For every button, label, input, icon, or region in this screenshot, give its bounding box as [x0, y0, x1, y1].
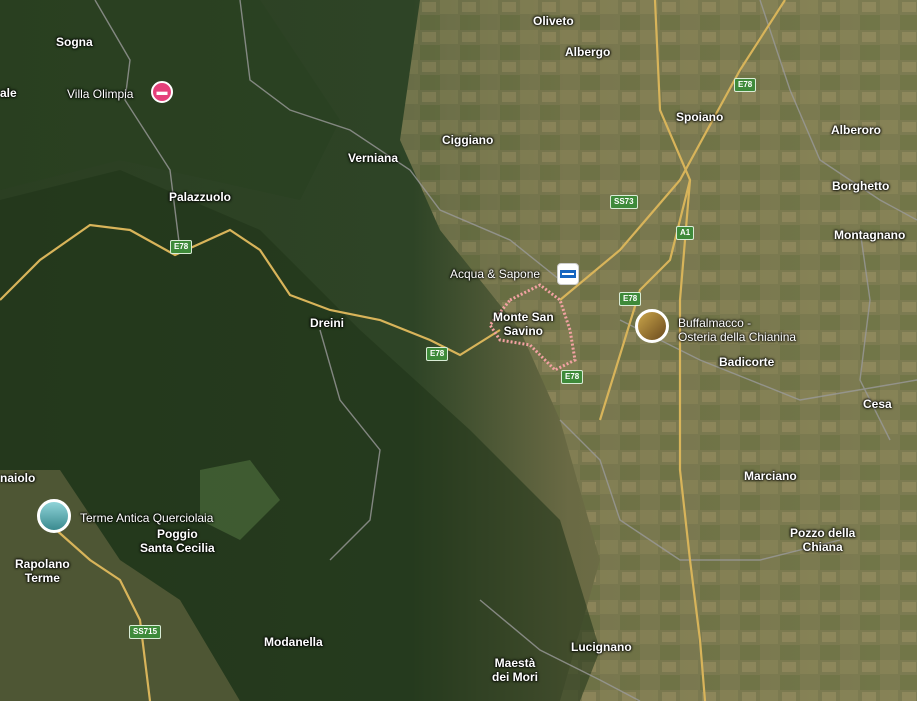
monte-san-savino-line1: Monte San	[493, 310, 554, 324]
poggio-line1: Poggio	[157, 527, 198, 541]
hotel-icon[interactable]: ▬	[151, 81, 173, 103]
poggio-line2: Santa Cecilia	[140, 541, 215, 555]
buffalmacco-line1: Buffalmacco -	[678, 316, 752, 330]
poi-label-buffalmacco[interactable]: Buffalmacco - Osteria della Chianina	[678, 316, 796, 344]
road-shield-e78: E78	[619, 292, 642, 306]
place-label-palazzuolo[interactable]: Palazzuolo	[169, 190, 231, 204]
place-label-sogna[interactable]: Sogna	[56, 35, 93, 49]
place-label-ale[interactable]: ale	[0, 86, 17, 100]
place-label-borghetto[interactable]: Borghetto	[832, 179, 889, 193]
pozzo-line1: Pozzo della	[790, 526, 856, 540]
maesta-line1: Maestà	[494, 656, 536, 670]
road-shield-ss715: SS715	[129, 625, 162, 639]
satellite-map[interactable]	[0, 0, 917, 701]
place-label-monte-san-savino[interactable]: Monte San Savino	[493, 310, 554, 338]
spa-photo[interactable]	[37, 499, 71, 533]
place-label-dreini[interactable]: Dreini	[310, 316, 344, 330]
rapolano-line1: Rapolano	[15, 557, 70, 571]
place-label-marciano[interactable]: Marciano	[744, 469, 797, 483]
place-label-montagnano[interactable]: Montagnano	[834, 228, 905, 242]
road-shield-e78: E78	[170, 240, 193, 254]
place-label-lucignano[interactable]: Lucignano	[571, 640, 632, 654]
place-label-badicorte[interactable]: Badicorte	[719, 355, 774, 369]
place-label-alberoro[interactable]: Alberoro	[831, 123, 881, 137]
maesta-line2: dei Mori	[492, 670, 539, 684]
road-shield-a1: A1	[676, 226, 695, 240]
road-shield-ss73: SS73	[610, 195, 638, 209]
pozzo-line2: Chiana	[802, 540, 843, 554]
place-label-cesa[interactable]: Cesa	[863, 397, 892, 411]
road-shield-e78: E78	[734, 78, 757, 92]
monte-san-savino-line2: Savino	[503, 324, 544, 338]
restaurant-photo[interactable]	[635, 309, 669, 343]
poi-label-terme-antica-querciolaia[interactable]: Terme Antica Querciolaia	[80, 511, 213, 525]
place-label-rapolano-terme[interactable]: Rapolano Terme	[15, 557, 70, 585]
road-shield-e78: E78	[426, 347, 449, 361]
shop-icon[interactable]	[557, 263, 579, 285]
place-label-maesta-dei-mori[interactable]: Maestà dei Mori	[492, 656, 538, 684]
road-shield-e78: E78	[561, 370, 584, 384]
buffalmacco-line2: Osteria della Chianina	[678, 330, 797, 344]
place-label-spoiano[interactable]: Spoiano	[676, 110, 723, 124]
place-label-villa-olimpia[interactable]: Villa Olimpia	[67, 87, 133, 101]
place-label-poggio-santa-cecilia[interactable]: Poggio Santa Cecilia	[140, 527, 215, 555]
place-label-verniana[interactable]: Verniana	[348, 151, 398, 165]
place-label-albergo[interactable]: Albergo	[565, 45, 610, 59]
place-label-maiolo[interactable]: naiolo	[0, 471, 35, 485]
place-label-oliveto[interactable]: Oliveto	[533, 14, 574, 28]
place-label-ciggiano[interactable]: Ciggiano	[442, 133, 493, 147]
place-label-pozzo-della-chiana[interactable]: Pozzo della Chiana	[790, 526, 855, 554]
place-label-modanella[interactable]: Modanella	[264, 635, 323, 649]
poi-label-acqua-sapone[interactable]: Acqua & Sapone	[450, 267, 540, 281]
rapolano-line2: Terme	[24, 571, 60, 585]
